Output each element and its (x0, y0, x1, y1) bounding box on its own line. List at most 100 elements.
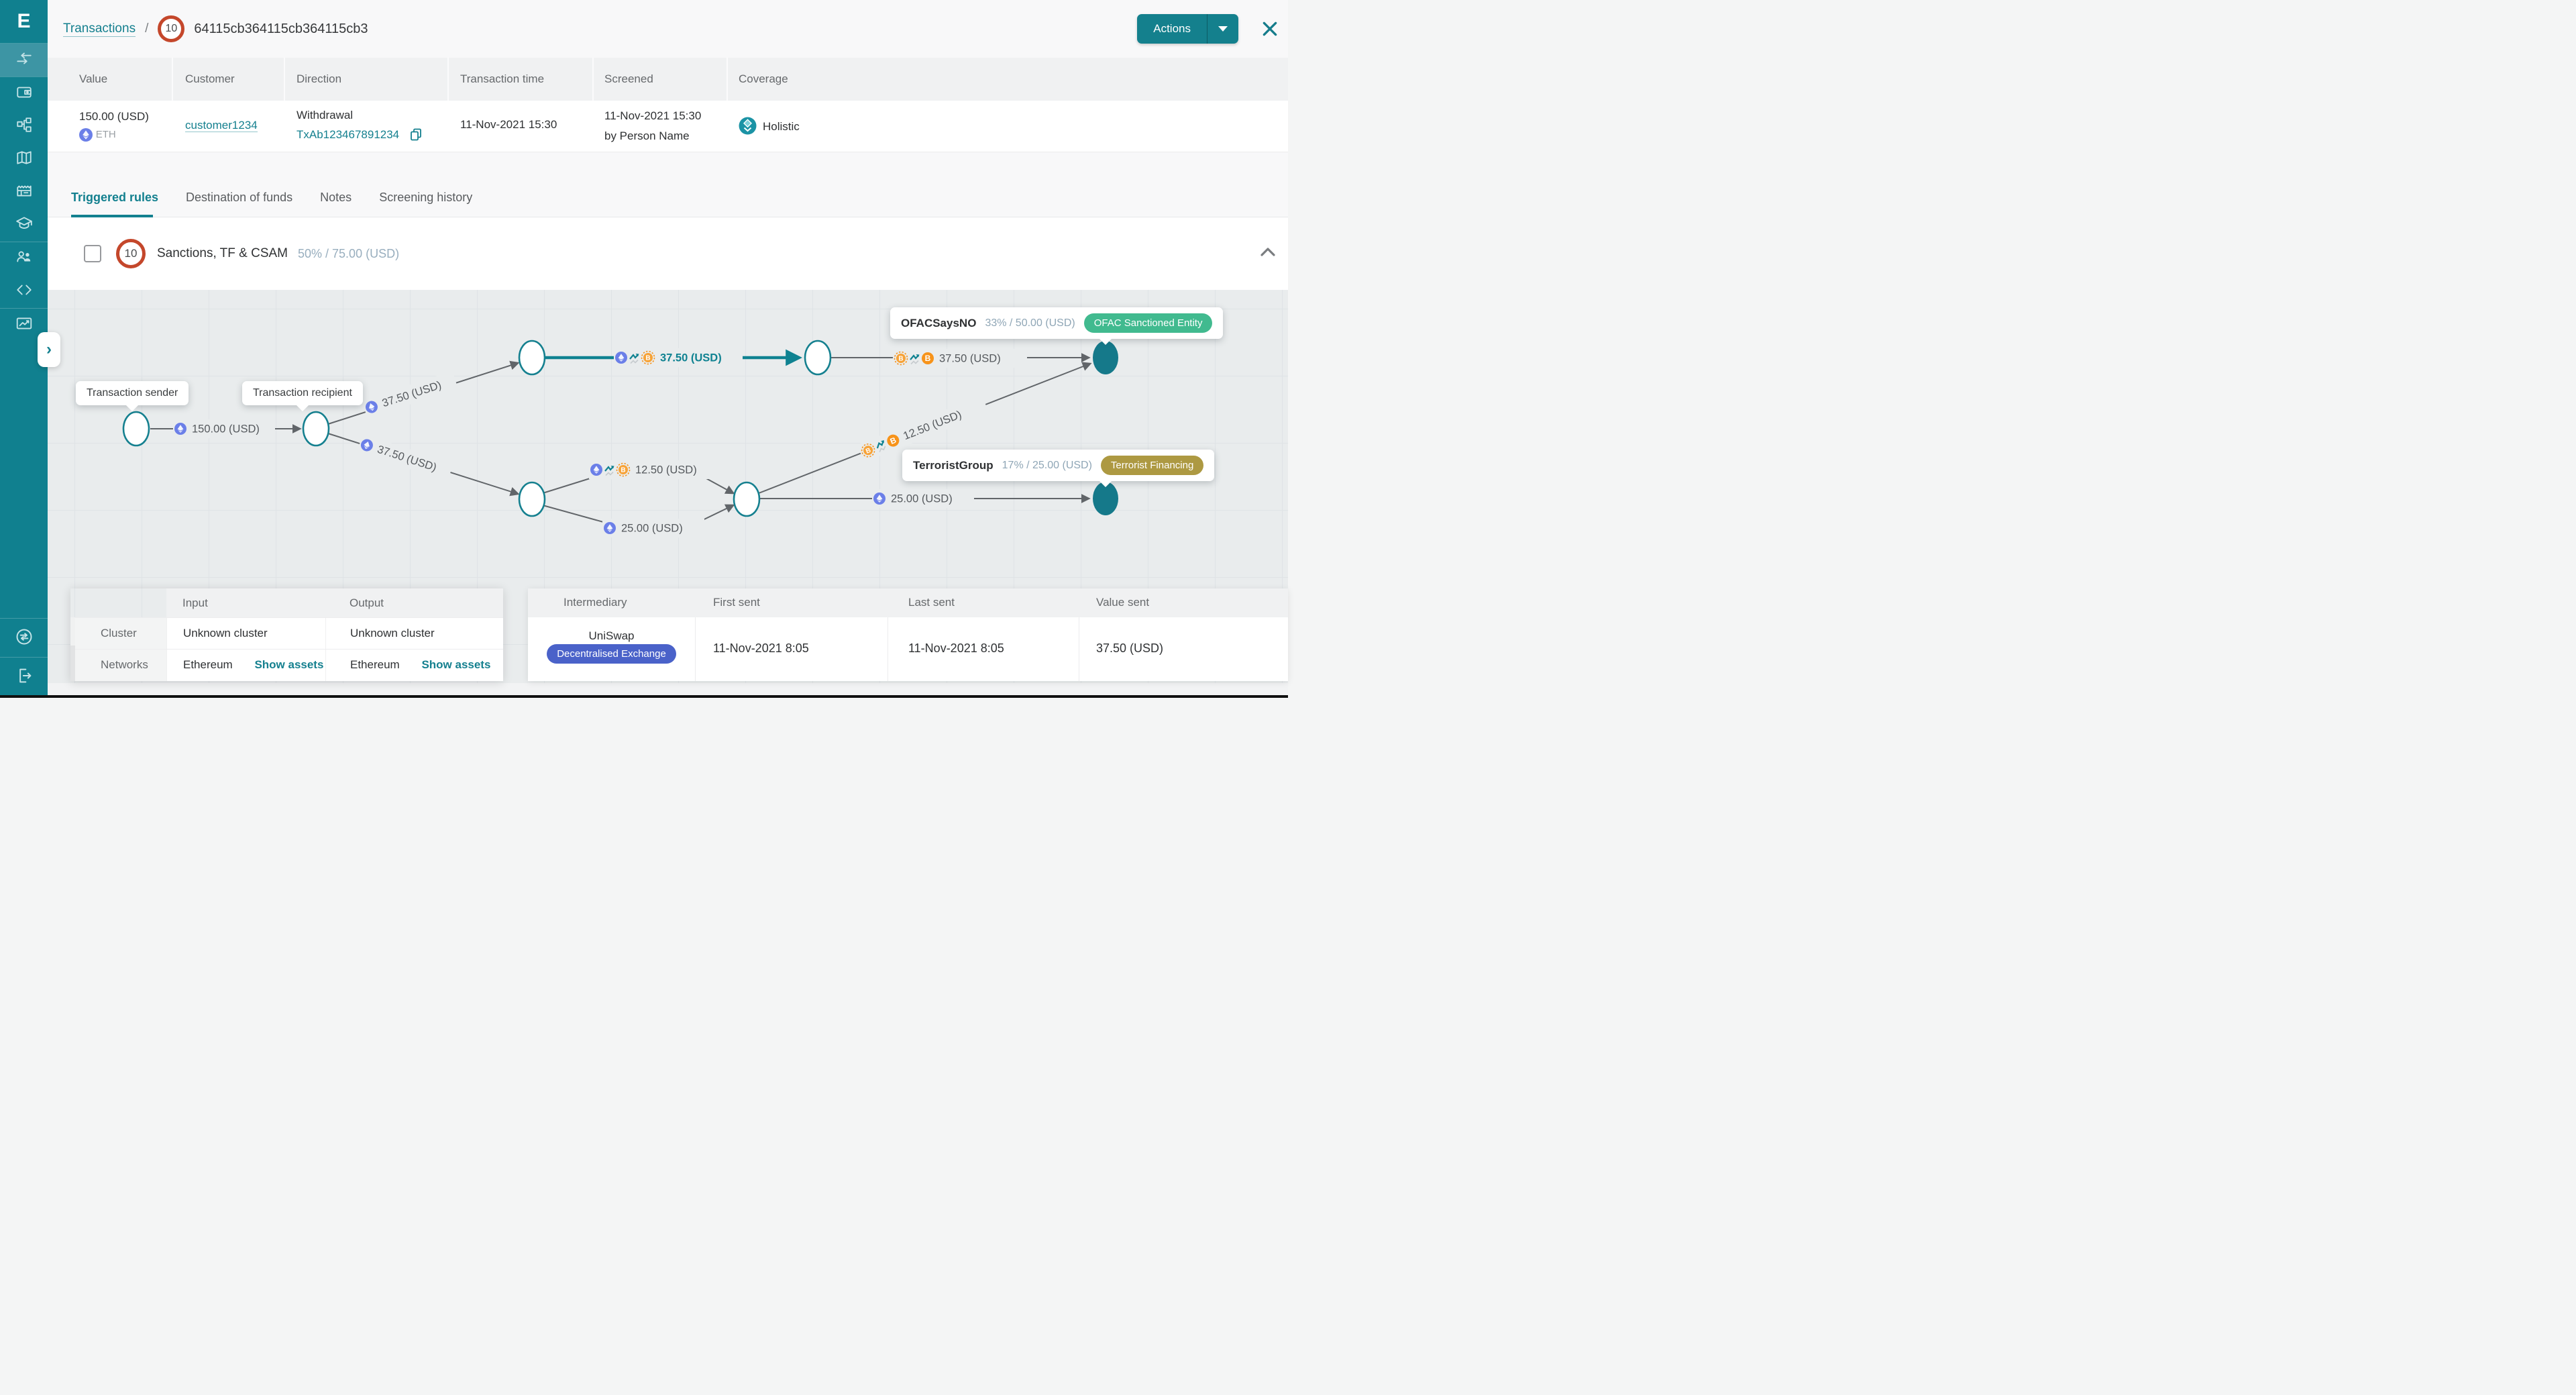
close-icon (1261, 20, 1279, 38)
network-name: Ethereum (183, 658, 233, 671)
intermediary-table-header: Intermediary First sent Last sent Value … (528, 588, 1288, 617)
cluster-output-cell: Unknown cluster (325, 618, 503, 649)
scrollbar-thumb[interactable] (70, 617, 75, 645)
footer-strip (48, 683, 1288, 695)
funds-flow-graph: 150.00 (USD)37.50 (USD)37.50 (USD)B37.50… (48, 290, 1288, 683)
people-icon (15, 248, 33, 269)
svg-text:B: B (621, 467, 625, 474)
first-sent-cell: 11-Nov-2021 8:05 (713, 641, 809, 656)
col-header-direction: Direction (297, 72, 341, 86)
rule-alert-count-badge: 10 (116, 239, 146, 268)
screen-bottom-edge (0, 695, 1288, 698)
cluster-input-cell: Unknown cluster (166, 618, 325, 649)
tooltip-label: Transaction sender (87, 387, 178, 399)
tx-hash-cell: TxAb123467891234 (297, 127, 423, 144)
svg-text:37.50 (USD): 37.50 (USD) (660, 352, 722, 364)
networks-input-cell: Ethereum Show assets (166, 650, 325, 681)
app-logo[interactable]: E (0, 0, 48, 43)
summary-table-row: 150.00 (USD) ETH customer1234 Withdrawal… (48, 101, 1288, 152)
divider (284, 58, 285, 101)
actions-split-button[interactable]: Actions (1137, 14, 1238, 44)
tx-hash-link[interactable]: TxAb123467891234 (297, 128, 399, 141)
transaction-time-cell: 11-Nov-2021 15:30 (460, 118, 557, 132)
asset-cell: ETH (79, 127, 116, 142)
customer-cell: customer1234 (185, 119, 258, 132)
tooltip-terrorist-entity: TerroristGroup 17% / 25.00 (USD) Terrori… (902, 450, 1214, 481)
row-label: Networks (70, 650, 166, 681)
table-row-uniswap: UniSwap Decentralised Exchange 11-Nov-20… (528, 617, 1288, 681)
hop-4-node[interactable] (805, 341, 830, 374)
col-header-coverage: Coverage (739, 72, 788, 86)
hop1-to-hop4-label: B37.50 (USD) (614, 348, 743, 367)
value-cell: 150.00 (USD) (79, 110, 149, 123)
show-assets-output-link[interactable]: Show assets (421, 658, 490, 671)
input-output-table: Input Output Cluster Unknown cluster Unk… (70, 588, 503, 681)
close-button[interactable] (1261, 20, 1279, 38)
rule-score: 50% / 75.00 (USD) (298, 247, 399, 261)
copy-icon[interactable] (409, 127, 423, 144)
col-header-value: Value (79, 72, 107, 86)
hop3-to-terrorist-label: 25.00 (USD) (872, 489, 974, 508)
svg-text:B: B (925, 354, 931, 363)
summary-table-header: Value Customer Direction Transaction tim… (48, 58, 1288, 101)
divider (447, 58, 449, 101)
sidebar-item-hierarchy[interactable] (0, 110, 48, 143)
divider (0, 657, 48, 658)
sidebar-item-customers[interactable] (0, 242, 48, 275)
divider (0, 618, 48, 619)
actions-button-label[interactable]: Actions (1137, 14, 1207, 44)
sidebar-item-logout[interactable] (0, 661, 48, 694)
tab-destination-of-funds[interactable]: Destination of funds (186, 191, 292, 205)
tab-notes[interactable]: Notes (320, 191, 352, 205)
terrorist-financing-badge: Terrorist Financing (1101, 456, 1203, 475)
header-bar: Transactions / 10 64115cb364115cb364115c… (48, 0, 1288, 58)
rule-checkbox[interactable] (84, 245, 101, 262)
sidebar-item-academy[interactable] (0, 209, 48, 242)
holistic-icon (739, 117, 757, 135)
col-header-input: Input (166, 588, 325, 617)
direction-cell: Withdrawal (297, 109, 353, 122)
customer-link[interactable]: customer1234 (185, 119, 258, 132)
hop4-to-ofac-label: BB37.50 (USD) (893, 349, 1027, 368)
chart-frame-icon (15, 315, 33, 335)
hop2-to-hop3-lower-label: 25.00 (USD) (602, 519, 704, 537)
hierarchy-icon (15, 116, 33, 137)
sidebar-item-wallets[interactable] (0, 77, 48, 110)
sidebar-item-map[interactable] (0, 143, 48, 176)
svg-text:25.00 (USD): 25.00 (USD) (891, 493, 953, 505)
transfer-circle-icon (15, 627, 34, 650)
intermediary-name: UniSwap (528, 629, 695, 643)
sidebar-item-transfers[interactable] (0, 622, 48, 655)
hop-1-node[interactable] (519, 341, 545, 374)
actions-dropdown-toggle[interactable] (1208, 14, 1238, 44)
hop-3-node[interactable] (734, 482, 759, 516)
sidebar-item-cases[interactable] (0, 176, 48, 209)
chevron-down-icon (1218, 26, 1228, 32)
coverage-cell: Holistic (739, 117, 800, 135)
entity-score: 33% / 50.00 (USD) (985, 317, 1075, 329)
entity-score: 17% / 25.00 (USD) (1002, 460, 1092, 472)
show-assets-input-link[interactable]: Show assets (254, 658, 323, 671)
tab-triggered-rules[interactable]: Triggered rules (71, 191, 158, 205)
hop2-to-hop3-upper-label: B12.50 (USD) (589, 460, 718, 479)
collapse-rule-button[interactable] (1260, 246, 1276, 261)
tab-screening-history[interactable]: Screening history (379, 191, 472, 205)
svg-text:37.50 (USD): 37.50 (USD) (939, 353, 1001, 365)
sidebar-expand-tab[interactable]: › (38, 332, 60, 367)
logout-icon (15, 666, 34, 688)
page-title-transaction-id: 64115cb364115cb364115cb3 (194, 21, 368, 37)
tooltip-label: Transaction recipient (253, 387, 352, 399)
transaction-detail-page: E (0, 0, 1288, 698)
io-table-header: Input Output (166, 588, 503, 617)
hop-2-node[interactable] (519, 482, 545, 516)
divider (592, 58, 594, 101)
entity-name: TerroristGroup (913, 459, 994, 472)
io-table-scrollbar[interactable] (70, 617, 75, 681)
breadcrumb-transactions-link[interactable]: Transactions (63, 21, 136, 37)
network-name: Ethereum (350, 658, 400, 671)
col-header-transaction-time: Transaction time (460, 72, 544, 86)
transfer-arrows-icon (15, 50, 33, 70)
sidebar-item-transactions[interactable] (0, 44, 48, 76)
sidebar-item-api[interactable] (0, 275, 48, 308)
row-label: Cluster (70, 618, 166, 649)
